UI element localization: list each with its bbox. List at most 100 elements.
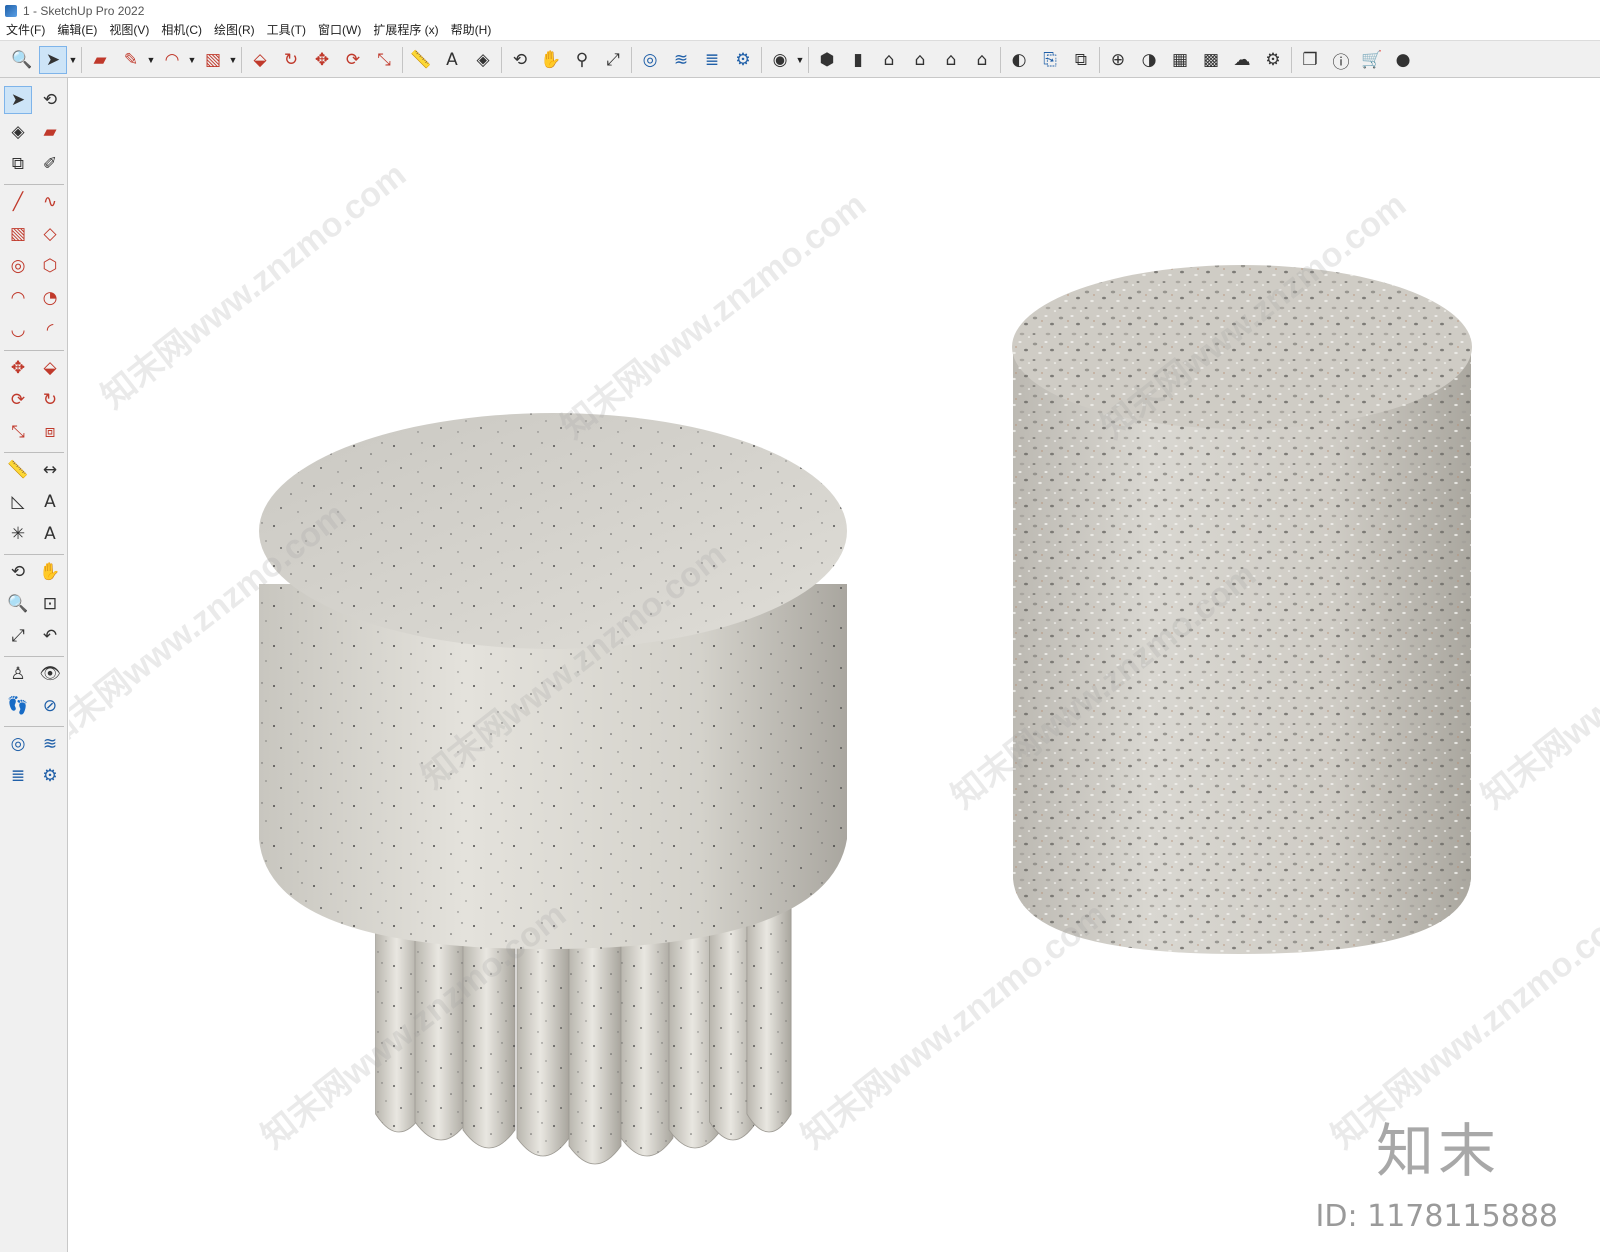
iso-view-button[interactable]: ⬢ — [813, 46, 841, 74]
left-rectangle-button[interactable]: ▧ — [4, 220, 32, 248]
left-follow-me-button[interactable]: ↻ — [36, 386, 64, 414]
left-three-point-arc-button[interactable]: ◜ — [36, 316, 64, 344]
fog-button[interactable]: ▩ — [1197, 46, 1225, 74]
select-button[interactable]: ➤ — [39, 46, 67, 74]
tape-measure-button[interactable]: 📏 — [407, 46, 435, 74]
chevron-down-icon[interactable]: ▼ — [68, 55, 78, 65]
left-3d-text-button[interactable]: A — [36, 520, 64, 548]
left-polygon-button[interactable]: ⬡ — [36, 252, 64, 280]
top-view-button[interactable]: ▮ — [844, 46, 872, 74]
menu-view[interactable]: 视图(V) — [103, 21, 155, 40]
left-extension-warehouse-button[interactable]: ≋ — [36, 730, 64, 758]
feedback-button[interactable]: ❐ — [1296, 46, 1324, 74]
settings-button[interactable]: ⚙ — [1259, 46, 1287, 74]
left-freehand-button[interactable]: ∿ — [36, 188, 64, 216]
left-line-button[interactable]: ╱ — [4, 188, 32, 216]
left-tape-measure-button[interactable]: 📏 — [4, 456, 32, 484]
chevron-down-icon[interactable]: ▼ — [146, 55, 156, 65]
orbit-button[interactable]: ⟲ — [506, 46, 534, 74]
user-button[interactable]: ● — [1389, 46, 1417, 74]
left-rotate-button[interactable]: ⟳ — [4, 386, 32, 414]
left-paint-bucket-button[interactable]: ◈ — [4, 118, 32, 146]
rotate-button[interactable]: ⟳ — [339, 46, 367, 74]
components-button[interactable]: ⧉ — [1067, 46, 1095, 74]
left-scale-button[interactable]: ⤡ — [4, 418, 32, 446]
left-pan-button[interactable]: ✋ — [36, 558, 64, 586]
extension-warehouse-button[interactable]: ≋ — [667, 46, 695, 74]
left-zoom-extents-button[interactable]: ⤢ — [4, 622, 32, 650]
info-button[interactable]: ⓘ — [1327, 46, 1355, 74]
menu-camera[interactable]: 相机(C) — [155, 21, 208, 40]
left-eraser-button[interactable]: ▰ — [36, 118, 64, 146]
model-viewport[interactable]: 知末网www.znzmo.com 知末网www.znzmo.com 知末网www.z… — [69, 79, 1600, 1252]
left-walk-button[interactable]: 👣 — [4, 692, 32, 720]
left-axes-button[interactable]: ✳ — [4, 520, 32, 548]
left-push-pull-button[interactable]: ⬙ — [36, 354, 64, 382]
layout-button[interactable]: ≣ — [698, 46, 726, 74]
left-position-camera-button[interactable]: ♙ — [4, 660, 32, 688]
menu-help[interactable]: 帮助(H) — [445, 21, 498, 40]
left-pie-button[interactable]: ◔ — [36, 284, 64, 312]
zoom-button[interactable]: 🔍 — [8, 46, 36, 74]
cart-button[interactable]: 🛒 — [1358, 46, 1386, 74]
left-view-button[interactable]: ⌂ — [968, 46, 996, 74]
zoom-extents-button[interactable]: ⤢ — [599, 46, 627, 74]
move-icon: ✥ — [10, 358, 26, 378]
front-view-button[interactable]: ⌂ — [875, 46, 903, 74]
left-section-plane-button[interactable]: ⊘ — [36, 692, 64, 720]
menu-draw[interactable]: 绘图(R) — [208, 21, 261, 40]
paint-bucket-button[interactable]: ◈ — [469, 46, 497, 74]
chevron-down-icon[interactable]: ▼ — [228, 55, 238, 65]
left-protractor-button[interactable]: ◺ — [4, 488, 32, 516]
left-arc-button[interactable]: ◠ — [4, 284, 32, 312]
materials-button[interactable]: ▦ — [1166, 46, 1194, 74]
left-tag-button[interactable]: ✐ — [36, 150, 64, 178]
chevron-down-icon[interactable]: ▼ — [795, 55, 805, 65]
left-text-button[interactable]: A — [36, 488, 64, 516]
left-look-around-button[interactable]: 👁 — [36, 660, 64, 688]
rectangle-button[interactable]: ▧ — [199, 46, 227, 74]
scale-button[interactable]: ⤡ — [370, 46, 398, 74]
move-button[interactable]: ✥ — [308, 46, 336, 74]
left-make-component-button[interactable]: ⧉ — [4, 150, 32, 178]
left-extension-manager-button[interactable]: ⚙ — [36, 762, 64, 790]
left-orbit-tool-button[interactable]: ⟲ — [4, 558, 32, 586]
add-location-button[interactable]: ⊕ — [1104, 46, 1132, 74]
menu-file[interactable]: 文件(F) — [0, 21, 51, 40]
follow-me-button[interactable]: ↻ — [277, 46, 305, 74]
warehouse-button[interactable]: ◎ — [636, 46, 664, 74]
eraser-button[interactable]: ▰ — [86, 46, 114, 74]
left-offset-button[interactable]: ⧈ — [36, 418, 64, 446]
push-pull-button[interactable]: ⬙ — [246, 46, 274, 74]
left-warehouse-button[interactable]: ◎ — [4, 730, 32, 758]
back-view-button[interactable]: ⌂ — [937, 46, 965, 74]
menu-edit[interactable]: 编辑(E) — [51, 21, 103, 40]
menu-extensions[interactable]: 扩展程序 (x) — [367, 21, 444, 40]
arc-button[interactable]: ◠ — [158, 46, 186, 74]
left-select-button[interactable]: ➤ — [4, 86, 32, 114]
left-circle-button[interactable]: ◎ — [4, 252, 32, 280]
left-two-point-arc-button[interactable]: ◡ — [4, 316, 32, 344]
menu-window[interactable]: 窗口(W) — [312, 21, 367, 40]
section-button[interactable]: ⎘ — [1036, 46, 1064, 74]
text-button[interactable]: A — [438, 46, 466, 74]
right-view-button[interactable]: ⌂ — [906, 46, 934, 74]
left-dimension-button[interactable]: ↔ — [36, 456, 64, 484]
left-previous-view-button[interactable]: ↶ — [36, 622, 64, 650]
menu-tools[interactable]: 工具(T) — [261, 21, 312, 40]
left-orbit-button[interactable]: ⟲ — [36, 86, 64, 114]
account-button[interactable]: ◉ — [766, 46, 794, 74]
left-move-button[interactable]: ✥ — [4, 354, 32, 382]
chevron-down-icon[interactable]: ▼ — [187, 55, 197, 65]
left-rotated-rectangle-button[interactable]: ◇ — [36, 220, 64, 248]
left-layout-button[interactable]: ≣ — [4, 762, 32, 790]
extension-manager-button[interactable]: ⚙ — [729, 46, 757, 74]
zoom-tool-button[interactable]: ⚲ — [568, 46, 596, 74]
upload-button[interactable]: ☁ — [1228, 46, 1256, 74]
pan-button[interactable]: ✋ — [537, 46, 565, 74]
left-zoom-button[interactable]: 🔍 — [4, 590, 32, 618]
left-zoom-window-button[interactable]: ⊡ — [36, 590, 64, 618]
pencil-button[interactable]: ✎ — [117, 46, 145, 74]
style-button[interactable]: ◐ — [1005, 46, 1033, 74]
shadows-button[interactable]: ◑ — [1135, 46, 1163, 74]
